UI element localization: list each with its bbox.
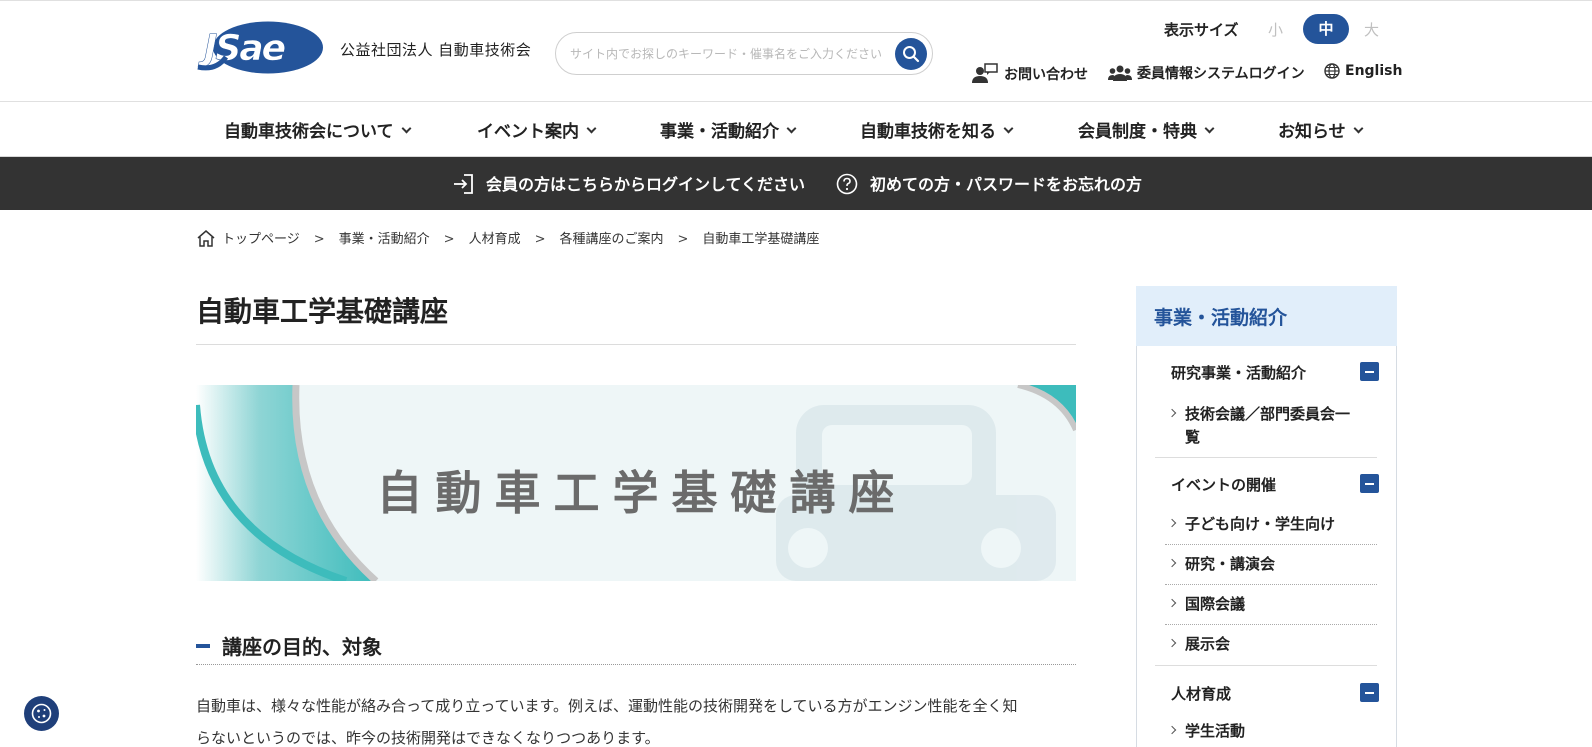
body-line-1: 自動車は、様々な性能が絡み合って成り立っています。例えば、運動性能の技術開発をし… bbox=[196, 697, 1018, 715]
display-size-label: 表示サイズ bbox=[1164, 21, 1239, 39]
member-login-bar: 会員の方はこちらからログインしてください 初めての方・パスワードをお忘れの方 bbox=[0, 157, 1592, 210]
nav-about-label: 自動車技術会について bbox=[224, 122, 394, 142]
english-link[interactable]: English bbox=[1324, 63, 1402, 79]
chevron-down-icon bbox=[586, 123, 597, 134]
nav-news-label: お知らせ bbox=[1278, 122, 1346, 142]
breadcrumb-separator: > bbox=[313, 232, 325, 247]
globe-icon bbox=[1324, 63, 1340, 79]
course-banner: 自動車工学基礎講座 bbox=[196, 385, 1076, 581]
breadcrumb-hr[interactable]: 人材育成 bbox=[469, 232, 521, 247]
collapse-toggle-icon[interactable] bbox=[1360, 362, 1379, 381]
global-nav: 自動車技術会について イベント案内 事業・活動紹介 自動車技術を知る 会員制度・… bbox=[0, 103, 1592, 157]
sidebar-item-committees[interactable]: 技術会議／部門委員会一覧 bbox=[1167, 403, 1355, 449]
login-icon bbox=[454, 174, 473, 194]
sidebar-item-label: 展示会 bbox=[1185, 635, 1231, 653]
member-login-label: 会員の方はこちらからログインしてください bbox=[486, 175, 806, 194]
section-heading: 講座の目的、対象 bbox=[222, 635, 382, 659]
size-medium-button[interactable]: 中 bbox=[1303, 14, 1349, 44]
breadcrumb-separator: > bbox=[677, 232, 689, 247]
sidebar-header[interactable]: 事業・活動紹介 bbox=[1136, 286, 1397, 346]
section-marker bbox=[196, 644, 210, 648]
help-circle-icon bbox=[836, 173, 858, 195]
body-line-2: らないというのでは、昨今の技術開発はできなくなりつつあります。 bbox=[196, 729, 660, 747]
page-title: 自動車工学基礎講座 bbox=[196, 295, 449, 328]
sidebar-item-exhibitions[interactable]: 展示会 bbox=[1167, 633, 1231, 656]
title-divider bbox=[196, 344, 1076, 345]
collapse-toggle-icon[interactable] bbox=[1360, 474, 1379, 493]
jsae-logo[interactable]: JSae bbox=[196, 21, 324, 74]
breadcrumb-separator: > bbox=[443, 232, 455, 247]
sidebar-item-label: 学生活動 bbox=[1185, 722, 1246, 740]
section-divider bbox=[196, 664, 1076, 665]
breadcrumb-activities[interactable]: 事業・活動紹介 bbox=[339, 232, 430, 247]
chevron-down-icon bbox=[1204, 123, 1215, 134]
sidebar-item-label: 国際会議 bbox=[1185, 595, 1246, 613]
cookie-settings-button[interactable] bbox=[24, 696, 59, 731]
chevron-down-icon bbox=[1353, 123, 1364, 134]
first-time-link[interactable]: 初めての方・パスワードをお忘れの方 bbox=[836, 171, 1142, 195]
contact-link[interactable]: お問い合わせ bbox=[971, 63, 1088, 84]
sidebar-group-events[interactable]: イベントの開催 bbox=[1171, 474, 1276, 495]
breadcrumb-current: 自動車工学基礎講座 bbox=[702, 232, 820, 247]
size-large-button[interactable]: 大 bbox=[1364, 19, 1379, 40]
sidebar-item-kids-students[interactable]: 子ども向け・学生向け bbox=[1167, 513, 1336, 536]
nav-membership[interactable]: 会員制度・特典 bbox=[1078, 117, 1215, 142]
nav-news[interactable]: お知らせ bbox=[1278, 117, 1364, 142]
breadcrumb-courses[interactable]: 各種講座のご案内 bbox=[560, 232, 664, 247]
contact-label: お問い合わせ bbox=[1004, 67, 1088, 83]
breadcrumb-separator: > bbox=[534, 232, 546, 247]
collapse-toggle-icon[interactable] bbox=[1360, 683, 1379, 702]
nav-learn-tech-label: 自動車技術を知る bbox=[860, 122, 996, 142]
breadcrumb-top[interactable]: トップページ bbox=[222, 232, 300, 247]
committee-login-link[interactable]: 委員情報システムログイン bbox=[1108, 63, 1305, 83]
nav-activities[interactable]: 事業・活動紹介 bbox=[660, 117, 797, 142]
nav-about[interactable]: 自動車技術会について bbox=[224, 117, 411, 142]
sidebar-group-research[interactable]: 研究事業・活動紹介 bbox=[1171, 362, 1306, 383]
nav-events-label: イベント案内 bbox=[477, 122, 579, 142]
sidebar-item-label: 技術会議／部門委員会一覧 bbox=[1185, 405, 1351, 446]
member-login-link[interactable]: 会員の方はこちらからログインしてください bbox=[452, 171, 805, 195]
search-input[interactable] bbox=[570, 44, 890, 64]
sidebar-item-student-activities[interactable]: 学生活動 bbox=[1167, 720, 1246, 743]
chevron-down-icon bbox=[786, 123, 797, 134]
sidebar-item-label: 研究・講演会 bbox=[1185, 555, 1276, 573]
first-time-label: 初めての方・パスワードをお忘れの方 bbox=[870, 175, 1143, 194]
nav-activities-label: 事業・活動紹介 bbox=[660, 122, 779, 142]
nav-learn-tech[interactable]: 自動車技術を知る bbox=[860, 117, 1014, 142]
sidebar-heading: 事業・活動紹介 bbox=[1154, 307, 1288, 329]
breadcrumb: トップページ > 事業・活動紹介 > 人材育成 > 各種講座のご案内 > 自動車工学基礎講座 bbox=[196, 228, 819, 247]
sidebar-item-intl-conferences[interactable]: 国際会議 bbox=[1167, 593, 1246, 616]
sidebar-group-hr[interactable]: 人材育成 bbox=[1171, 683, 1231, 704]
sidebar-divider bbox=[1165, 624, 1377, 625]
svg-text:JSae: JSae bbox=[198, 28, 286, 69]
sidebar-divider bbox=[1155, 457, 1377, 458]
banner-title: 自動車工学基礎講座 bbox=[376, 466, 908, 520]
group-icon bbox=[1108, 65, 1132, 81]
nav-membership-label: 会員制度・特典 bbox=[1078, 122, 1197, 142]
size-small-button[interactable]: 小 bbox=[1268, 19, 1283, 40]
home-icon[interactable] bbox=[196, 229, 216, 247]
chevron-down-icon bbox=[1003, 123, 1014, 134]
sidebar-divider bbox=[1165, 584, 1377, 585]
sidebar-divider bbox=[1165, 544, 1377, 545]
nav-events[interactable]: イベント案内 bbox=[477, 117, 597, 142]
contact-icon bbox=[972, 63, 998, 83]
section-body: 自動車は、様々な性能が絡み合って成り立っています。例えば、運動性能の技術開発をし… bbox=[196, 690, 1076, 747]
english-label: English bbox=[1345, 63, 1403, 79]
sidebar-item-lectures[interactable]: 研究・講演会 bbox=[1167, 553, 1276, 576]
search-button[interactable] bbox=[895, 38, 927, 70]
chevron-down-icon bbox=[401, 123, 411, 134]
sidebar-divider bbox=[1155, 665, 1377, 666]
org-name: 公益社団法人 自動車技術会 bbox=[340, 41, 532, 59]
cookie-icon bbox=[31, 703, 52, 724]
search-icon bbox=[903, 46, 920, 63]
site-search bbox=[555, 32, 933, 75]
committee-login-label: 委員情報システムログイン bbox=[1137, 66, 1305, 82]
site-header: JSae 公益社団法人 自動車技術会 表示サイズ 小 中 大 お問い合わせ 委員… bbox=[0, 0, 1592, 102]
sidebar-item-label: 子ども向け・学生向け bbox=[1185, 515, 1336, 533]
